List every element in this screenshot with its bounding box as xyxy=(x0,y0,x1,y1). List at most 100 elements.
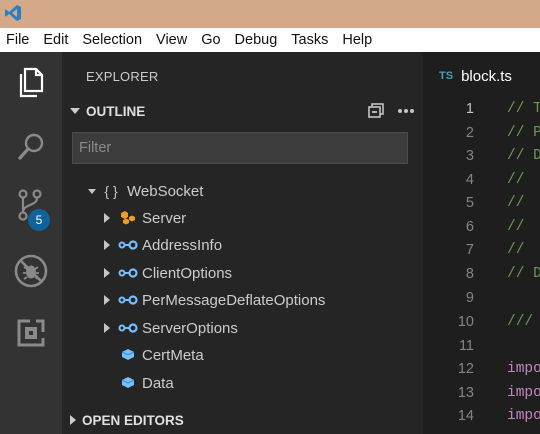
editor-tab-strip: TS block.ts xyxy=(423,52,540,100)
title-bar xyxy=(0,0,540,28)
menu-go[interactable]: Go xyxy=(194,28,227,52)
menu-file[interactable]: File xyxy=(0,28,36,52)
code-line: 9 xyxy=(423,286,540,310)
activity-debug[interactable] xyxy=(0,246,62,296)
line-text: // D xyxy=(507,266,540,282)
code-line: 14 impo xyxy=(423,404,540,428)
line-number: 14 xyxy=(457,408,474,424)
tree-item-label: WebSocket xyxy=(127,182,204,200)
scm-badge: 5 xyxy=(28,209,50,231)
editor-tab[interactable]: TS block.ts xyxy=(423,52,540,100)
typescript-file-icon: TS xyxy=(439,70,454,82)
code-line: 5 // xyxy=(423,191,540,215)
interface-icon xyxy=(118,320,138,336)
vscode-logo-icon xyxy=(5,5,21,21)
line-number: 11 xyxy=(458,338,474,354)
outline-filter-input[interactable] xyxy=(72,132,408,164)
menu-bar: File Edit Selection View Go Debug Tasks … xyxy=(0,28,540,52)
code-line: 11 xyxy=(423,334,540,358)
tree-item-label: Data xyxy=(142,374,174,392)
line-number: 4 xyxy=(465,172,474,188)
menu-debug[interactable]: Debug xyxy=(228,28,285,52)
code-line: 7 // xyxy=(423,238,540,262)
open-editors-section-header[interactable]: OPEN EDITORS xyxy=(62,408,423,432)
activity-bar: 5 xyxy=(0,52,62,434)
menu-selection[interactable]: Selection xyxy=(75,28,149,52)
line-text: // xyxy=(507,195,525,211)
code-line: 4 // xyxy=(423,168,540,192)
interface-icon xyxy=(118,237,138,253)
menu-view[interactable]: View xyxy=(149,28,194,52)
tree-item-clientoptions[interactable]: ClientOptions xyxy=(104,260,232,286)
debug-icon xyxy=(14,254,48,288)
explorer-title: EXPLORER xyxy=(86,69,159,84)
type-icon xyxy=(118,375,138,391)
line-text: /// xyxy=(507,314,534,330)
tree-item-server[interactable]: Server xyxy=(104,205,186,231)
tree-item-label: AddressInfo xyxy=(142,236,223,254)
interface-icon xyxy=(118,292,138,308)
line-text: // D xyxy=(507,148,540,164)
tree-item-certmeta[interactable]: CertMeta xyxy=(118,342,204,368)
line-number: 13 xyxy=(457,385,474,401)
tree-item-label: ServerOptions xyxy=(142,319,238,337)
code-line: 12 impo xyxy=(423,357,540,381)
chevron-right-icon xyxy=(104,268,110,278)
line-number: 1 xyxy=(465,101,474,117)
tree-item-label: ClientOptions xyxy=(142,264,233,282)
tree-item-serveroptions[interactable]: ServerOptions xyxy=(104,315,238,341)
tree-item-addressinfo[interactable]: AddressInfo xyxy=(104,232,222,258)
chevron-right-icon xyxy=(70,415,76,425)
line-number: 9 xyxy=(465,290,474,306)
code-line: 13 impo xyxy=(423,381,540,405)
activity-explorer[interactable] xyxy=(0,58,62,108)
chevron-right-icon xyxy=(104,323,110,333)
tree-item-websocket[interactable]: { } WebSocket xyxy=(88,178,203,204)
chevron-down-icon xyxy=(70,108,80,114)
chevron-right-icon xyxy=(104,240,110,250)
explorer-icon xyxy=(19,67,44,98)
line-number: 2 xyxy=(465,125,474,141)
more-actions-icon[interactable] xyxy=(397,108,415,114)
tree-item-label: CertMeta xyxy=(142,346,204,364)
code-editor[interactable]: 1 // T 2 // P 3 // D 4 // 5 // 6 // 7 //… xyxy=(423,100,540,434)
line-number: 5 xyxy=(465,195,474,211)
code-line: 10 /// xyxy=(423,310,540,334)
code-line: 2 // P xyxy=(423,121,540,145)
chevron-right-icon xyxy=(104,213,110,223)
outline-title: OUTLINE xyxy=(86,103,146,119)
activity-search[interactable] xyxy=(0,122,62,172)
line-text: impo xyxy=(507,385,540,401)
menu-edit[interactable]: Edit xyxy=(36,28,75,52)
line-number: 12 xyxy=(457,361,474,377)
line-text: // xyxy=(507,242,525,258)
interface-icon xyxy=(118,265,138,281)
line-number: 3 xyxy=(465,148,474,164)
type-icon xyxy=(118,347,138,363)
line-text: // T xyxy=(507,101,540,117)
code-line: 1 // T xyxy=(423,97,540,121)
line-text: impo xyxy=(507,361,540,377)
activity-extensions[interactable] xyxy=(0,308,62,358)
tab-title: block.ts xyxy=(461,67,512,85)
code-line: 8 // D xyxy=(423,262,540,286)
code-line: 6 // xyxy=(423,215,540,239)
open-editors-title: OPEN EDITORS xyxy=(82,412,184,428)
line-number: 6 xyxy=(465,219,474,235)
menu-tasks[interactable]: Tasks xyxy=(284,28,335,52)
outline-section-header[interactable]: OUTLINE xyxy=(62,100,423,122)
chevron-down-icon xyxy=(88,188,96,194)
tree-item-data[interactable]: Data xyxy=(118,370,174,396)
line-number: 10 xyxy=(457,314,474,330)
menu-help[interactable]: Help xyxy=(335,28,379,52)
tree-item-permessagedeflateoptions[interactable]: PerMessageDeflateOptions xyxy=(104,287,325,313)
code-line: 3 // D xyxy=(423,144,540,168)
outline-actions xyxy=(367,100,415,122)
extensions-icon xyxy=(17,319,45,347)
tree-item-label: PerMessageDeflateOptions xyxy=(142,291,326,309)
tree-item-label: Server xyxy=(142,209,187,227)
collapse-all-icon[interactable] xyxy=(367,103,385,119)
namespace-icon: { } xyxy=(104,183,118,199)
line-number: 7 xyxy=(465,242,474,258)
line-text: // xyxy=(507,172,525,188)
